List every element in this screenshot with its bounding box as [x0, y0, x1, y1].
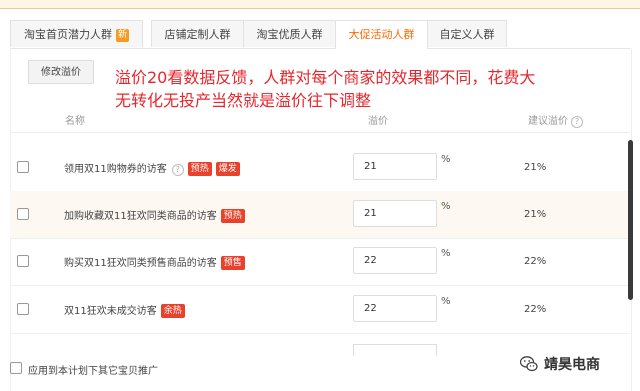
audience-name: 领用双11购物券的访客	[64, 164, 167, 175]
header-suggested: 建议溢价?	[528, 112, 583, 128]
tab-label: 店铺定制人群	[164, 28, 231, 41]
tag-burst: 爆发	[215, 162, 240, 176]
audience-name: 购买双11狂欢同类预售商品的访客	[64, 258, 217, 269]
tab-label: 自定义人群	[439, 28, 495, 41]
help-icon[interactable]: ?	[171, 164, 184, 176]
suggested-premium: 21%	[524, 162, 547, 173]
tab-promotion-audience[interactable]: 大促活动人群	[335, 20, 428, 49]
tab-label: 淘宝首页潜力人群	[23, 28, 112, 41]
tab-custom-audience[interactable]: 自定义人群	[427, 20, 507, 47]
apply-to-others-label: 应用到本计划下其它宝贝推广	[28, 366, 158, 377]
tab-label: 淘宝优质人群	[256, 28, 323, 41]
percent-unit: %	[441, 248, 451, 259]
suggested-premium: 21%	[524, 209, 547, 220]
table-row: 购买双11狂欢同类预售商品的访客预售 % 22%	[10, 238, 630, 286]
audience-name: 双11狂欢未成交访客	[64, 306, 157, 317]
suggested-premium: 22%	[524, 304, 547, 315]
watermark: 靖昊电商	[519, 354, 600, 376]
tag-preheat: 预热	[187, 162, 212, 176]
tab-quality-audience[interactable]: 淘宝优质人群	[243, 20, 336, 47]
header-name: 名称	[65, 116, 85, 127]
tab-label: 大促活动人群	[348, 28, 415, 41]
header-suggested-label: 建议溢价	[528, 116, 568, 127]
row-name: 购买双11狂欢同类预售商品的访客 预售	[64, 254, 245, 270]
suggested-premium: 22%	[524, 256, 547, 267]
tag-preheat: 预热	[220, 209, 245, 223]
table-scrollbar[interactable]	[628, 140, 633, 300]
new-badge: 新	[115, 29, 129, 42]
table-row: 领用双11购物券的访客?预热爆发 % 21%	[10, 144, 630, 192]
tag-presale: 预售	[220, 256, 245, 270]
premium-input-partial[interactable]	[353, 344, 437, 356]
premium-input[interactable]	[353, 247, 437, 274]
header-premium: 溢价	[368, 116, 388, 127]
top-notice-strip	[0, 0, 640, 9]
tag-afterheat: 余热	[160, 304, 185, 318]
row-checkbox[interactable]	[17, 208, 29, 220]
row-name: 领用双11购物券的访客? 预热 爆发	[64, 160, 240, 176]
help-icon[interactable]: ?	[571, 116, 583, 128]
premium-input[interactable]	[353, 295, 437, 322]
table-row: 双11狂欢未成交访客余热 % 22%	[10, 286, 630, 334]
watermark-text: 靖昊电商	[544, 357, 600, 373]
percent-unit: %	[441, 154, 451, 165]
row-checkbox[interactable]	[17, 255, 29, 267]
row-checkbox[interactable]	[17, 303, 29, 315]
percent-unit: %	[441, 201, 451, 212]
apply-to-others-checkbox[interactable]	[10, 362, 22, 374]
table-header: 名称 溢价 建议溢价?	[10, 106, 630, 133]
row-name: 加购收藏双11狂欢同类商品的访客 预热	[64, 207, 245, 223]
tab-store-custom-audience[interactable]: 店铺定制人群	[151, 20, 244, 47]
wechat-icon	[519, 356, 538, 376]
premium-input[interactable]	[353, 153, 437, 180]
audience-tabbar: 淘宝首页潜力人群新 店铺定制人群 淘宝优质人群 大促活动人群 自定义人群	[10, 20, 630, 49]
audience-name: 加购收藏双11狂欢同类商品的访客	[64, 211, 217, 222]
row-name: 双11狂欢未成交访客 余热	[64, 302, 185, 318]
row-checkbox[interactable]	[17, 161, 29, 173]
tab-potential-audience[interactable]: 淘宝首页潜力人群新	[10, 20, 143, 47]
percent-unit: %	[441, 296, 451, 307]
table-row: 加购收藏双11狂欢同类商品的访客预热 % 21%	[10, 191, 630, 239]
adjust-premium-button[interactable]: 修改溢价	[28, 60, 94, 84]
premium-input[interactable]	[353, 200, 437, 227]
annotation-line-1: 溢价20看数据反馈，人群对每个商家的效果都不同，花费大	[115, 68, 536, 87]
